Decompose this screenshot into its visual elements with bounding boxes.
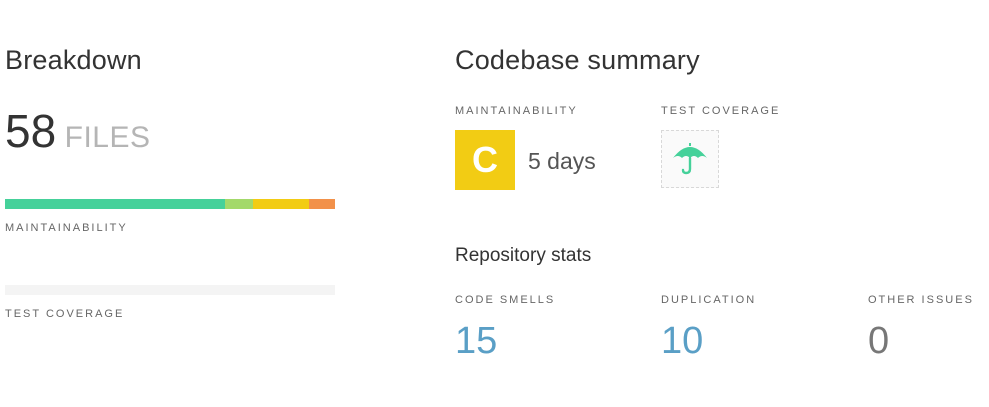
repository-stats-title: Repository stats: [455, 245, 592, 266]
summary-test-coverage-label: TEST COVERAGE: [661, 105, 781, 117]
test-coverage-bar[interactable]: [5, 285, 335, 295]
file-count-unit: FILES: [64, 121, 151, 154]
remediation-time: 5 days: [528, 148, 596, 174]
summary-maintainability-label: MAINTAINABILITY: [455, 105, 578, 117]
other-issues-label: OTHER ISSUES: [868, 294, 974, 306]
maintainability-bar[interactable]: [5, 199, 335, 209]
file-count[interactable]: 58 FILES: [5, 104, 151, 158]
codebase-summary-title: Codebase summary: [455, 45, 700, 75]
code-smells-count[interactable]: 15: [455, 320, 497, 363]
duplication-count[interactable]: 10: [661, 320, 703, 363]
maintainability-grade-badge[interactable]: C: [455, 130, 515, 190]
maintainability-segment-d[interactable]: [309, 199, 335, 209]
umbrella-icon: [673, 143, 707, 175]
maintainability-label: MAINTAINABILITY: [5, 222, 128, 234]
test-coverage-label: TEST COVERAGE: [5, 308, 125, 320]
maintainability-segment-b[interactable]: [225, 199, 254, 209]
breakdown-title: Breakdown: [5, 45, 142, 75]
maintainability-segment-c[interactable]: [253, 199, 310, 209]
duplication-label: DUPLICATION: [661, 294, 757, 306]
file-count-number: 58: [5, 105, 57, 157]
code-smells-label: CODE SMELLS: [455, 294, 556, 306]
test-coverage-badge[interactable]: [661, 130, 719, 188]
maintainability-segment-a[interactable]: [5, 199, 226, 209]
other-issues-count[interactable]: 0: [868, 320, 889, 363]
